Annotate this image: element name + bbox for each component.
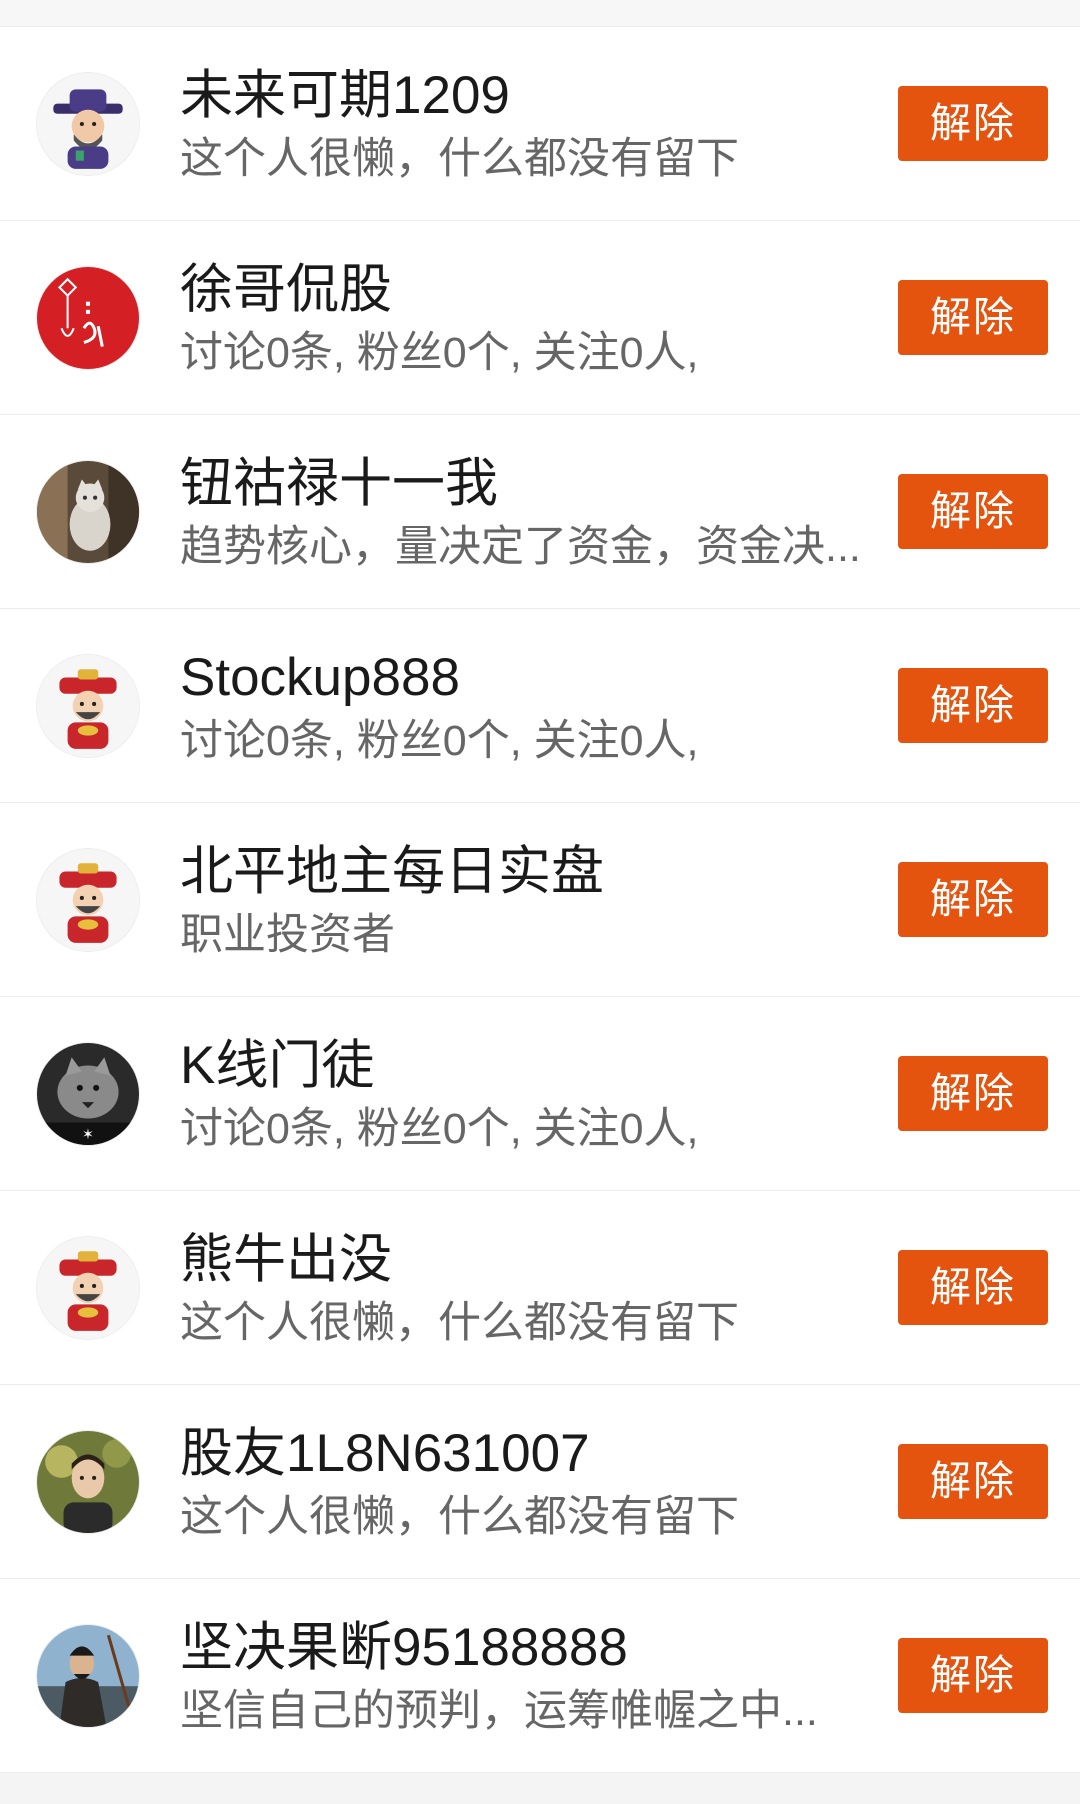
user-name[interactable]: 熊牛出没 — [180, 1229, 392, 1291]
user-name[interactable]: 未来可期1209 — [180, 65, 510, 127]
user-bio: 讨论0条, 粉丝0个, 关注0人, — [180, 717, 699, 765]
chinese-knot-avatar[interactable] — [36, 266, 140, 370]
unblock-button[interactable]: 解除 — [898, 1638, 1048, 1713]
god-of-wealth-avatar[interactable] — [36, 654, 140, 758]
user-bio: 讨论0条, 粉丝0个, 关注0人, — [180, 329, 699, 377]
unblock-button[interactable]: 解除 — [898, 474, 1048, 549]
list-item[interactable]: 徐哥侃股 讨论0条, 粉丝0个, 关注0人, 解除 — [0, 221, 1080, 415]
god-of-wealth-avatar[interactable] — [36, 72, 140, 176]
user-list[interactable]: 未来可期1209 这个人很懒，什么都没有留下 解除 徐哥侃股 讨论0条, 粉丝0 — [0, 27, 1080, 1773]
unblock-button[interactable]: 解除 — [898, 862, 1048, 937]
cat-photo-avatar[interactable] — [36, 460, 140, 564]
user-name[interactable]: 坚决果断95188888 — [180, 1617, 628, 1679]
user-bio: 这个人很懒，什么都没有留下 — [180, 1299, 739, 1347]
list-item[interactable]: ✶ K线门徒 讨论0条, 粉丝0个, 关注0人, 解除 — [0, 997, 1080, 1191]
top-divider — [0, 0, 1080, 27]
person-photo-icon — [37, 1431, 139, 1533]
warrior-photo-icon — [37, 1625, 139, 1727]
cat-photo-icon — [37, 461, 139, 563]
bottom-padding — [0, 1777, 1080, 1804]
list-item[interactable]: 股友1L8N631007 这个人很懒，什么都没有留下 解除 — [0, 1385, 1080, 1579]
unblock-button[interactable]: 解除 — [898, 86, 1048, 161]
user-bio: 这个人很懒，什么都没有留下 — [180, 1493, 739, 1541]
user-name[interactable]: Stockup888 — [180, 647, 460, 709]
user-name[interactable]: 股友1L8N631007 — [180, 1423, 590, 1485]
list-item[interactable]: 未来可期1209 这个人很懒，什么都没有留下 解除 — [0, 27, 1080, 221]
wolf-photo-icon: ✶ — [37, 1043, 139, 1145]
person-photo-avatar[interactable] — [36, 1430, 140, 1534]
user-bio: 这个人很懒，什么都没有留下 — [180, 135, 739, 183]
user-bio: 职业投资者 — [180, 911, 395, 959]
user-bio: 趋势核心，量决定了资金，资金决... — [180, 523, 861, 571]
list-item[interactable]: 钮祜禄十一我 趋势核心，量决定了资金，资金决... 解除 — [0, 415, 1080, 609]
list-item[interactable]: 坚决果断95188888 坚信自己的预判，运筹帷幄之中... 解除 — [0, 1579, 1080, 1773]
god-of-wealth-avatar[interactable] — [36, 1236, 140, 1340]
unblock-button[interactable]: 解除 — [898, 668, 1048, 743]
svg-text:✶: ✶ — [82, 1127, 94, 1143]
list-item[interactable]: Stockup888 讨论0条, 粉丝0个, 关注0人, 解除 — [0, 609, 1080, 803]
user-bio: 坚信自己的预判，运筹帷幄之中... — [180, 1687, 818, 1735]
list-item[interactable]: 熊牛出没 这个人很懒，什么都没有留下 解除 — [0, 1191, 1080, 1385]
user-name[interactable]: 徐哥侃股 — [180, 259, 392, 321]
god-of-wealth-icon — [37, 1237, 139, 1339]
wolf-photo-avatar[interactable]: ✶ — [36, 1042, 140, 1146]
blocked-users-screen: 未来可期1209 这个人很懒，什么都没有留下 解除 徐哥侃股 讨论0条, 粉丝0 — [0, 0, 1080, 1804]
warrior-photo-avatar[interactable] — [36, 1624, 140, 1728]
god-of-wealth-icon — [37, 655, 139, 757]
user-name[interactable]: 钮祜禄十一我 — [180, 453, 498, 515]
list-item[interactable]: 北平地主每日实盘 职业投资者 解除 — [0, 803, 1080, 997]
unblock-button[interactable]: 解除 — [898, 1056, 1048, 1131]
unblock-button[interactable]: 解除 — [898, 1444, 1048, 1519]
god-of-wealth-icon — [37, 849, 139, 951]
god-of-wealth-icon — [37, 73, 139, 175]
unblock-button[interactable]: 解除 — [898, 1250, 1048, 1325]
user-bio: 讨论0条, 粉丝0个, 关注0人, — [180, 1105, 699, 1153]
chinese-knot-icon — [37, 267, 139, 369]
unblock-button[interactable]: 解除 — [898, 280, 1048, 355]
god-of-wealth-avatar[interactable] — [36, 848, 140, 952]
user-name[interactable]: K线门徒 — [180, 1035, 374, 1097]
user-name[interactable]: 北平地主每日实盘 — [180, 841, 604, 903]
